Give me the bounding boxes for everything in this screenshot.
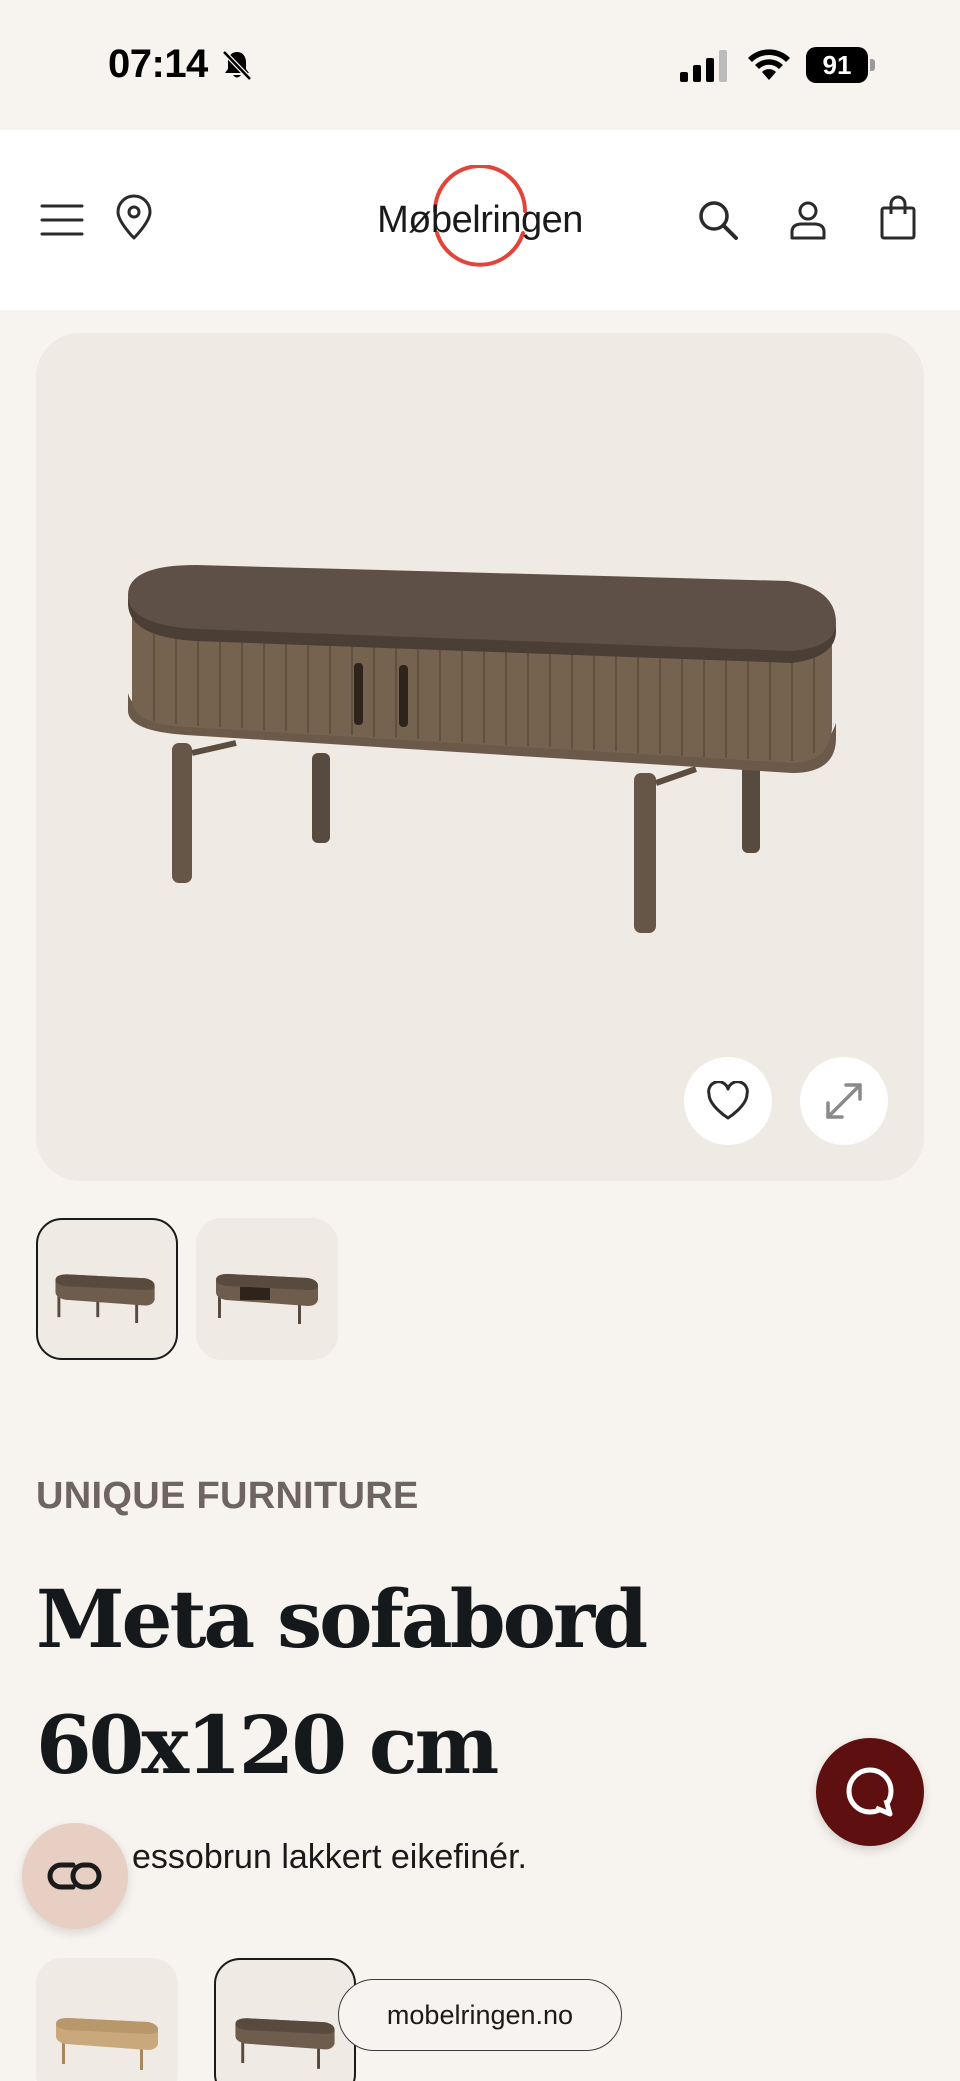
color-variant-light-oak[interactable] — [36, 1958, 178, 2081]
location-pin-icon[interactable] — [110, 194, 158, 242]
compare-button[interactable] — [22, 1823, 128, 1929]
product-description: essobrun lakkert eikefinér. — [132, 1838, 527, 1876]
expand-icon — [826, 1083, 862, 1119]
product-brand[interactable]: UNIQUE FURNITURE — [36, 1475, 419, 1518]
gallery-thumbnail[interactable] — [36, 1218, 178, 1360]
thumbnail-image — [216, 1274, 318, 1324]
account-icon[interactable] — [784, 196, 832, 244]
wifi-icon — [748, 49, 790, 80]
link-icon — [47, 1862, 102, 1890]
site-logo[interactable]: Møbelringen — [370, 165, 590, 275]
color-variant-espresso[interactable] — [214, 1958, 356, 2081]
favorite-button[interactable] — [684, 1057, 772, 1145]
chat-button[interactable] — [816, 1738, 924, 1846]
browser-url-bar[interactable]: mobelringen.no — [338, 1979, 622, 2051]
shopping-bag-icon[interactable] — [874, 194, 922, 242]
chat-icon — [846, 1767, 894, 1817]
bell-slash-icon — [222, 50, 252, 81]
signal-icon — [680, 50, 727, 82]
status-bar: 07:14 91 — [0, 0, 960, 130]
logo-text: Møbelringen — [377, 199, 583, 241]
gallery-thumbnail[interactable] — [196, 1218, 338, 1360]
battery-icon: 91 — [806, 47, 876, 83]
product-title: Meta sofabord 60x120 cm — [36, 1572, 648, 1792]
product-main-image[interactable] — [36, 333, 924, 1181]
thumbnail-image — [55, 1274, 155, 1324]
heart-icon — [707, 1081, 749, 1120]
search-icon[interactable] — [694, 196, 742, 244]
battery-level: 91 — [806, 47, 868, 83]
site-header: Møbelringen — [0, 130, 960, 310]
status-time: 07:14 — [108, 42, 208, 86]
coffee-table-image — [127, 565, 836, 933]
variant-image — [235, 2018, 335, 2069]
variant-image — [56, 2018, 158, 2070]
menu-icon[interactable] — [38, 196, 86, 244]
expand-image-button[interactable] — [800, 1057, 888, 1145]
